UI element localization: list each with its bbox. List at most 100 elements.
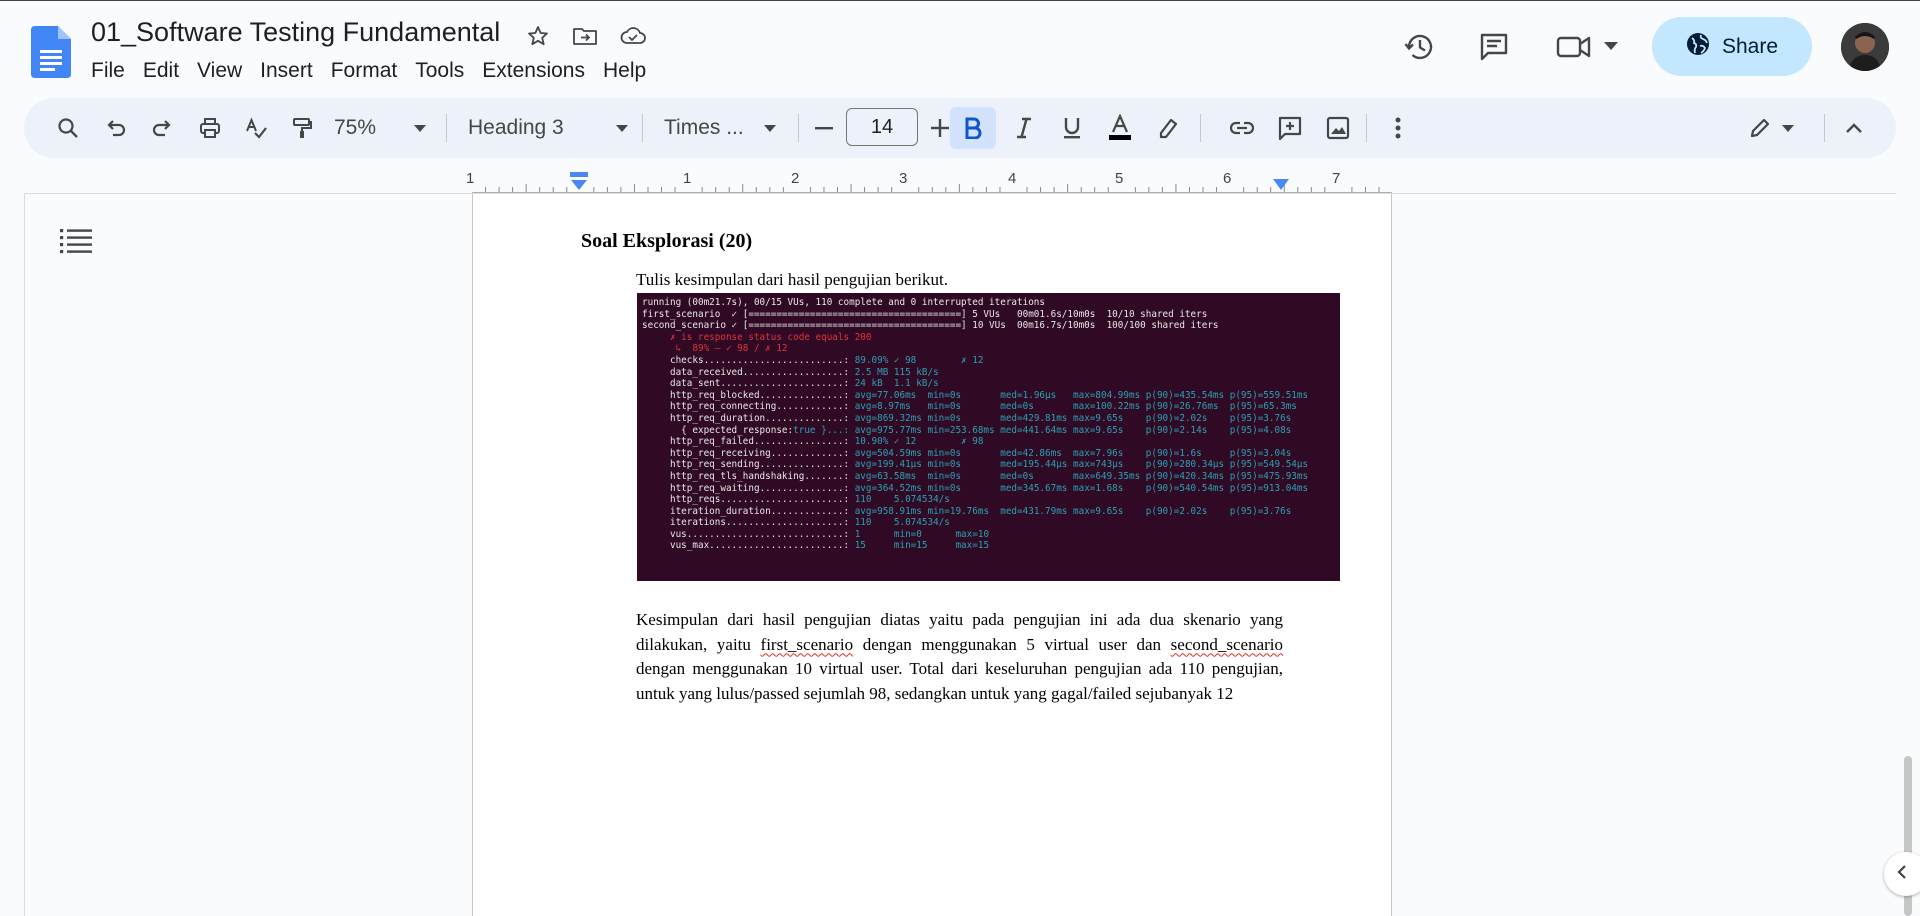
menu-file[interactable]: File [82, 55, 134, 87]
move-folder-icon[interactable] [570, 21, 600, 51]
terminal-line: vus_max........................: 15 min=… [642, 540, 990, 552]
toolbar-divider [1824, 114, 1825, 142]
toolbar-divider [642, 114, 643, 142]
decrease-font-size-icon[interactable] [808, 108, 840, 148]
menu-insert[interactable]: Insert [251, 55, 322, 87]
cloud-saved-icon[interactable] [618, 21, 648, 51]
terminal-line: first_scenario ✓ [======================… [642, 308, 1208, 320]
menu-bar: File Edit View Insert Format Tools Exten… [82, 55, 655, 87]
spellcheck-icon[interactable] [236, 108, 276, 148]
menu-edit[interactable]: Edit [134, 55, 188, 87]
section-heading[interactable]: Soal Eksplorasi (20) [581, 230, 752, 253]
ruler-number: 5 [1115, 170, 1124, 187]
meet-dropdown-icon[interactable] [1602, 39, 1620, 53]
terminal-screenshot-image[interactable]: running (00m21.7s), 00/15 VUs, 110 compl… [637, 293, 1340, 581]
menu-view[interactable]: View [188, 55, 251, 87]
terminal-line: http_req_sending...............: avg=199… [642, 459, 1309, 471]
font-dropdown-icon[interactable] [758, 108, 782, 148]
spelling-flagged-word[interactable]: second_scenario [1171, 635, 1283, 654]
spelling-flagged-word[interactable]: first_scenario [761, 635, 854, 654]
share-label: Share [1721, 34, 1779, 58]
terminal-line: ↳ 89% — ✓ 98 / ✗ 12 [642, 343, 788, 355]
menu-help[interactable]: Help [594, 55, 655, 87]
terminal-line: { expected_response:true }...: avg=975.7… [642, 424, 1292, 436]
toolbar-divider [446, 114, 447, 142]
terminal-line: http_reqs......................: 110 5.0… [642, 494, 950, 506]
more-options-icon[interactable] [1378, 108, 1418, 148]
editing-mode-dropdown-icon[interactable] [1776, 108, 1800, 148]
conclusion-paragraph[interactable]: Kesimpulan dari hasil pengujian diatas y… [636, 608, 1283, 706]
terminal-line: second_scenario ✓ [=====================… [642, 320, 1219, 332]
terminal-line: iteration_duration.............: avg=958… [642, 505, 1292, 517]
globe-icon [1686, 32, 1710, 62]
terminal-line: http_req_receiving.............: avg=504… [642, 447, 1292, 459]
font-select[interactable]: Times ... [664, 108, 764, 148]
horizontal-ruler[interactable]: 1 1 2 3 4 5 6 7 [466, 170, 1392, 194]
side-panel-toggle-button[interactable] [1884, 852, 1920, 896]
terminal-line: data_received..................: 2.5 MB … [642, 366, 939, 378]
terminal-line: vus............................: 1 min=0… [642, 528, 990, 540]
menu-extensions[interactable]: Extensions [473, 55, 594, 87]
canvas-background [1392, 194, 1920, 916]
comments-icon[interactable] [1474, 29, 1514, 65]
account-avatar[interactable] [1841, 23, 1889, 71]
paragraph-style-select[interactable]: Heading 3 [468, 108, 618, 148]
document-outline-panel [24, 194, 472, 916]
undo-icon[interactable] [96, 108, 136, 148]
ruler-number: 3 [899, 170, 908, 187]
highlight-color-icon[interactable] [1148, 108, 1188, 148]
hide-menus-chevron-up-icon[interactable] [1834, 108, 1874, 148]
editing-mode-icon[interactable] [1740, 108, 1780, 148]
terminal-line: checks.........................: 89.09% … [642, 354, 984, 366]
font-value: Times ... [664, 116, 744, 139]
paint-format-icon[interactable] [282, 108, 322, 148]
italic-icon[interactable] [1004, 108, 1044, 148]
ruler-number: 2 [791, 170, 800, 187]
terminal-line: running (00m21.7s), 00/15 VUs, 110 compl… [642, 297, 1045, 308]
terminal-line: http_req_duration..............: avg=869… [642, 412, 1292, 424]
meet-video-icon[interactable] [1554, 29, 1594, 65]
underline-icon[interactable] [1052, 108, 1092, 148]
document-outline-icon[interactable] [60, 228, 92, 259]
zoom-select[interactable]: 75% [334, 108, 414, 148]
zoom-dropdown-icon[interactable] [408, 108, 432, 148]
ruler-number: 1 [466, 170, 475, 187]
ruler-number: 1 [683, 170, 692, 187]
redo-icon[interactable] [142, 108, 182, 148]
toolbar-divider [798, 114, 799, 142]
star-icon[interactable] [523, 21, 553, 51]
print-icon[interactable] [190, 108, 230, 148]
terminal-line: ✗ is response status code equals 200 [642, 331, 872, 343]
share-button[interactable]: Share [1652, 17, 1812, 76]
version-history-icon[interactable] [1400, 29, 1440, 65]
menu-format[interactable]: Format [322, 55, 407, 87]
ruler-number: 4 [1008, 170, 1017, 187]
terminal-line: http_req_blocked...............: avg=77.… [642, 389, 1309, 401]
menu-tools[interactable]: Tools [406, 55, 473, 87]
docs-logo-icon[interactable] [31, 26, 71, 78]
add-comment-icon[interactable] [1270, 108, 1310, 148]
font-size-input[interactable]: 14 [846, 108, 918, 146]
style-dropdown-icon[interactable] [610, 108, 634, 148]
search-menus-icon[interactable] [48, 108, 88, 148]
toolbar-divider [1366, 114, 1367, 142]
toolbar-divider [1200, 114, 1201, 142]
terminal-line: http_req_failed................: 10.90% … [642, 436, 984, 448]
instruction-text[interactable]: Tulis kesimpulan dari hasil pengujian be… [636, 270, 948, 290]
conclusion-text: dengan menggunakan 10 virtual user. Tota… [636, 659, 1283, 703]
chevron-left-icon [1897, 864, 1907, 885]
zoom-value: 75% [334, 116, 377, 139]
text-color-icon[interactable] [1100, 108, 1140, 148]
insert-link-icon[interactable] [1222, 108, 1262, 148]
formatting-toolbar: 75% Heading 3 Times ... 14 [24, 98, 1896, 158]
document-page[interactable]: Soal Eksplorasi (20) Tulis kesimpulan da… [472, 194, 1392, 916]
document-title[interactable]: 01_Software Testing Fundamental [91, 17, 500, 48]
terminal-line: http_req_connecting............: avg=8.9… [642, 401, 1297, 413]
terminal-line: iterations.....................: 110 5.0… [642, 517, 950, 529]
bold-icon[interactable] [950, 107, 996, 149]
terminal-line: http_req_tls_handshaking.......: avg=63.… [642, 470, 1309, 482]
terminal-line: data_sent......................: 24 kB 1… [642, 378, 939, 390]
title-bar: 01_Software Testing Fundamental File Edi… [0, 0, 1920, 98]
insert-image-icon[interactable] [1318, 108, 1358, 148]
ruler-number: 6 [1223, 170, 1232, 187]
